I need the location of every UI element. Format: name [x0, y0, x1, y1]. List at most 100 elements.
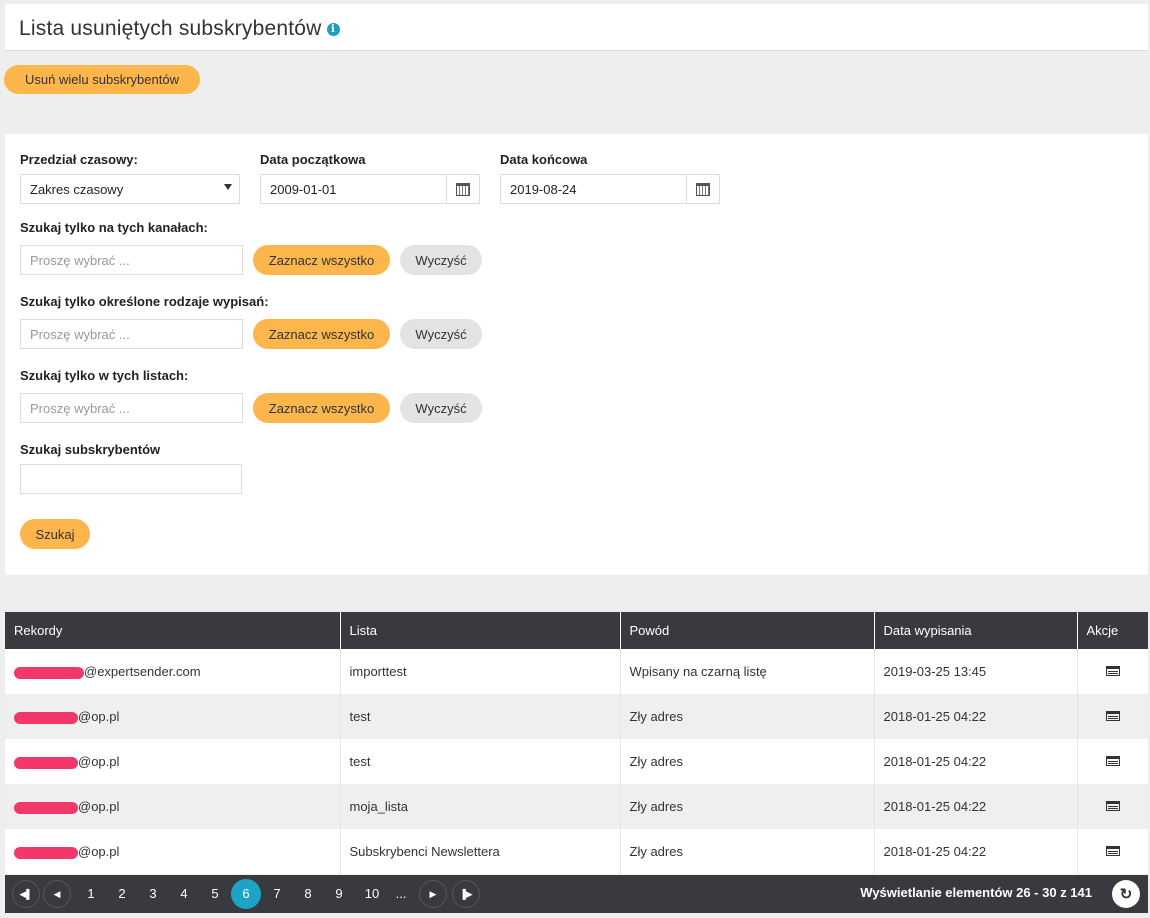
reason-cell: Zły adres [620, 694, 875, 739]
start-date-input[interactable]: 2009-01-01 [260, 174, 480, 204]
calendar-icon[interactable] [686, 175, 719, 203]
page-link[interactable]: 7 [265, 886, 289, 901]
column-header-list[interactable]: Lista [340, 612, 621, 649]
lists-select-all-button[interactable]: Zaznacz wszystko [253, 393, 390, 423]
start-date-value: 2009-01-01 [270, 182, 337, 197]
prev-page-icon[interactable]: ◀ [43, 880, 71, 908]
actions-cell [1077, 739, 1148, 784]
types-select-all-button[interactable]: Zaznacz wszystko [253, 319, 390, 349]
page-header: Lista usuniętych subskrybentów i [5, 4, 1148, 51]
email-cell: @expertsender.com [5, 649, 341, 694]
page-title: Lista usuniętych subskrybentów i [19, 17, 340, 41]
list-cell: test [340, 694, 621, 739]
details-icon[interactable] [1105, 846, 1120, 856]
reason-cell: Zły adres [620, 739, 875, 784]
range-label: Przedział czasowy: [20, 152, 138, 167]
email-suffix: @op.pl [78, 799, 120, 814]
channels-input[interactable] [20, 245, 243, 275]
lists-clear-button[interactable]: Wyczyść [400, 393, 482, 423]
details-icon[interactable] [1105, 666, 1120, 676]
first-page-icon[interactable]: ◀▌ [12, 880, 40, 908]
lists-input[interactable] [20, 393, 243, 423]
table-row: @op.pl test Zły adres 2018-01-25 04:22 [5, 694, 1148, 739]
types-input[interactable] [20, 319, 243, 349]
search-label: Szukaj subskrybentów [20, 442, 161, 457]
table-row: @expertsender.com importtest Wpisany na … [5, 649, 1148, 694]
info-icon[interactable]: i [326, 22, 340, 36]
date-cell: 2019-03-25 13:45 [874, 649, 1078, 694]
details-icon[interactable] [1105, 801, 1120, 811]
channels-label: Szukaj tylko na tych kanałach: [20, 220, 208, 235]
table-row: @op.pl test Zły adres 2018-01-25 04:22 [5, 739, 1148, 784]
search-button[interactable]: Szukaj [20, 519, 90, 549]
table-row: @op.pl moja_lista Zły adres 2018-01-25 0… [5, 784, 1148, 829]
page-ellipsis[interactable]: ... [389, 886, 413, 901]
end-date-input[interactable]: 2019-08-24 [500, 174, 720, 204]
list-cell: importtest [340, 649, 621, 694]
channels-select-all-button[interactable]: Zaznacz wszystko [253, 245, 390, 275]
end-date-value: 2019-08-24 [510, 182, 577, 197]
channels-clear-button[interactable]: Wyczyść [400, 245, 482, 275]
column-header-date[interactable]: Data wypisania [874, 612, 1078, 649]
details-icon[interactable] [1105, 756, 1120, 766]
reason-cell: Zły adres [620, 829, 875, 874]
reason-cell: Wpisany na czarną listę [620, 649, 875, 694]
next-page-icon[interactable]: ▶ [419, 880, 447, 908]
range-select[interactable]: Zakres czasowy [20, 174, 240, 204]
pagination-info: Wyświetlanie elementów 26 - 30 z 141 [860, 885, 1092, 900]
table-row: @op.pl Subskrybenci Newslettera Zły adre… [5, 829, 1148, 874]
page-link[interactable]: 1 [79, 886, 103, 901]
page-link[interactable]: 2 [110, 886, 134, 901]
date-cell: 2018-01-25 04:22 [874, 784, 1078, 829]
range-select-value: Zakres czasowy [30, 182, 124, 197]
filter-panel: Przedział czasowy: Zakres czasowy Data p… [5, 134, 1148, 575]
details-icon[interactable] [1105, 711, 1120, 721]
actions-cell [1077, 784, 1148, 829]
redacted-email [14, 846, 78, 859]
types-label: Szukaj tylko określone rodzaje wypisań: [20, 294, 269, 309]
actions-cell [1077, 649, 1148, 694]
bulk-delete-button[interactable]: Usuń wielu subskrybentów [4, 65, 200, 94]
calendar-icon[interactable] [446, 175, 479, 203]
redacted-email [14, 666, 84, 679]
email-cell: @op.pl [5, 829, 341, 874]
page-link[interactable]: 5 [203, 886, 227, 901]
redacted-email [14, 756, 78, 769]
search-input[interactable] [20, 464, 242, 494]
actions-cell [1077, 694, 1148, 739]
page-title-text: Lista usuniętych subskrybentów [19, 17, 322, 40]
end-date-label: Data końcowa [500, 152, 588, 167]
email-suffix: @op.pl [78, 709, 120, 724]
list-cell: moja_lista [340, 784, 621, 829]
date-cell: 2018-01-25 04:22 [874, 739, 1078, 784]
actions-cell [1077, 829, 1148, 874]
redacted-email [14, 711, 78, 724]
email-cell: @op.pl [5, 739, 341, 784]
column-header-reason[interactable]: Powód [620, 612, 875, 649]
results-table: Rekordy Lista Powód Data wypisania Akcje… [5, 612, 1148, 874]
bottom-border [0, 913, 1150, 918]
types-clear-button[interactable]: Wyczyść [400, 319, 482, 349]
page-link[interactable]: 9 [327, 886, 351, 901]
email-suffix: @op.pl [78, 844, 120, 859]
pagination-bar: ◀▌ ◀ 1 2 3 4 5 6 7 8 9 10 ... ▶ ▐▶ Wyświ… [5, 875, 1148, 913]
lists-label: Szukaj tylko w tych listach: [20, 368, 189, 383]
column-header-records[interactable]: Rekordy [5, 612, 341, 649]
email-cell: @op.pl [5, 694, 341, 739]
email-suffix: @op.pl [78, 754, 120, 769]
reason-cell: Zły adres [620, 784, 875, 829]
table-header-row: Rekordy Lista Powód Data wypisania Akcje [5, 612, 1148, 649]
date-cell: 2018-01-25 04:22 [874, 694, 1078, 739]
page-link[interactable]: 3 [141, 886, 165, 901]
page-link[interactable]: 10 [358, 886, 386, 901]
page-link-active[interactable]: 6 [231, 879, 261, 909]
last-page-icon[interactable]: ▐▶ [452, 880, 480, 908]
refresh-icon[interactable]: ↻ [1112, 880, 1140, 908]
column-header-actions: Akcje [1077, 612, 1148, 649]
start-date-label: Data początkowa [260, 152, 366, 167]
list-cell: test [340, 739, 621, 784]
email-suffix: @expertsender.com [84, 664, 201, 679]
page-link[interactable]: 8 [296, 886, 320, 901]
page-link[interactable]: 4 [172, 886, 196, 901]
date-cell: 2018-01-25 04:22 [874, 829, 1078, 874]
